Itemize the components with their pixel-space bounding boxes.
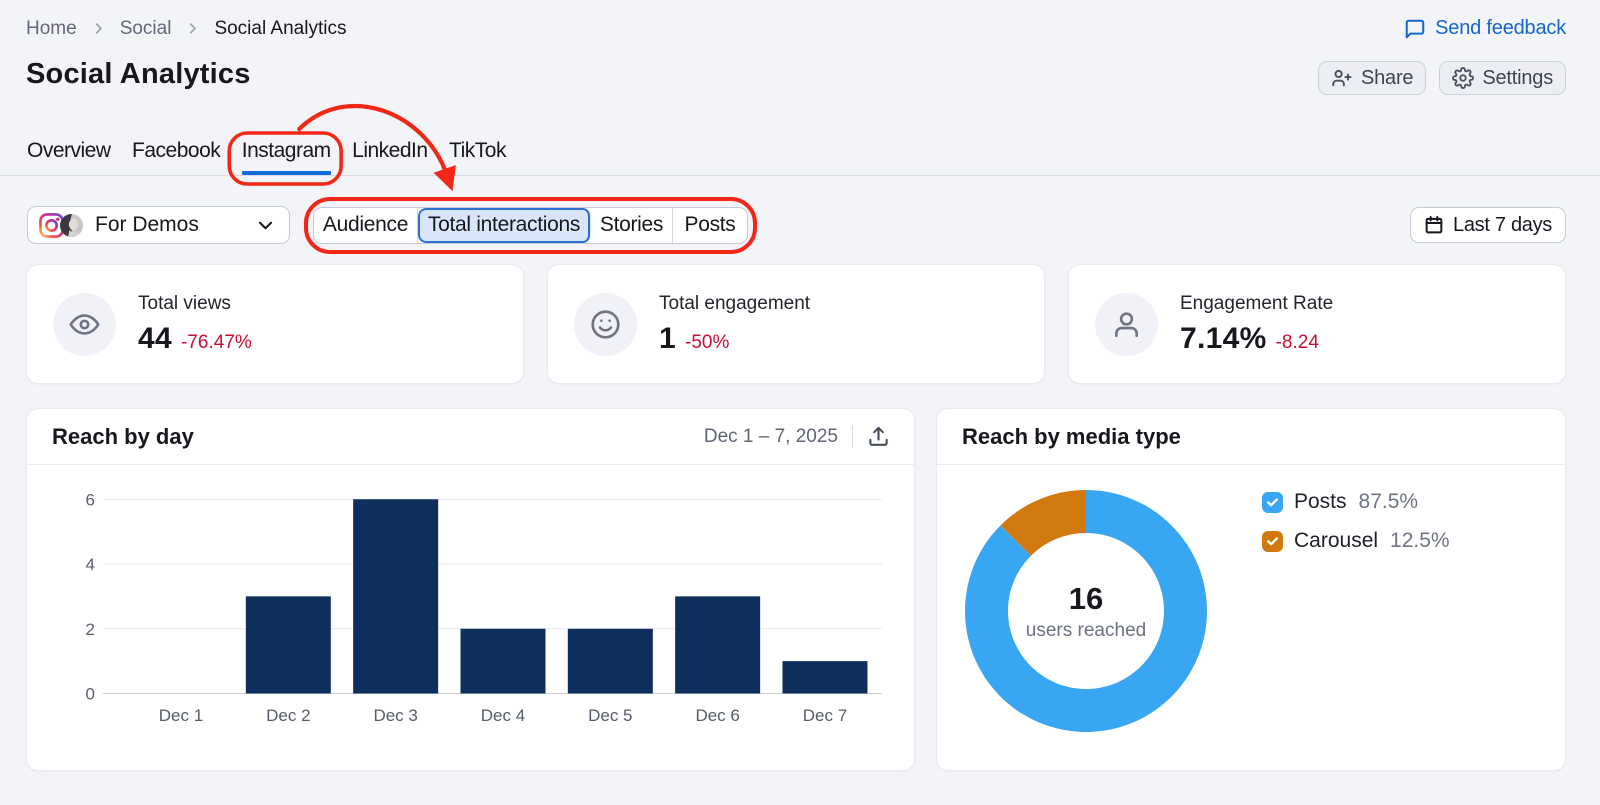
metric-label: Total views	[138, 292, 231, 314]
donut-chart: 16 users reached Posts 87.5% Carousel 12.5%	[937, 465, 1565, 770]
tab-linkedin[interactable]: LinkedIn	[352, 139, 428, 175]
reach-by-day-header: Reach by day Dec 1 – 7, 2025	[27, 409, 914, 465]
bar-dec-2	[245, 596, 331, 694]
metric-card-total-views: Total views 44 -76.47%	[26, 264, 524, 384]
social-analytics-page: Home Social Social Analytics Send feedba…	[0, 0, 1600, 805]
x-tick-label: Dec 7	[803, 706, 847, 725]
metric-label: Total engagement	[659, 292, 811, 314]
account-name: For Demos	[95, 213, 199, 236]
top-bar: Home Social Social Analytics Send feedba…	[0, 0, 1600, 40]
date-range-button[interactable]: Last 7 days	[1410, 207, 1566, 243]
chart-title: Reach by day	[52, 423, 194, 449]
bar-chart: 0 2 4 6 Dec 1 Dec 2 Dec 3 Dec 4 Dec 5 Dec 6 Dec 7	[27, 465, 914, 770]
tabs-divider	[0, 175, 1600, 176]
segment-stories[interactable]: Stories	[591, 207, 673, 243]
bar-dec-5	[567, 628, 653, 694]
send-feedback-label: Send feedback	[1435, 17, 1566, 39]
bar-dec-3	[353, 499, 439, 694]
account-avatar	[60, 213, 83, 237]
x-tick-label: Dec 1	[159, 706, 203, 725]
tab-tiktok[interactable]: TikTok	[449, 139, 506, 175]
calendar-icon	[1424, 215, 1444, 235]
metric-card-total-engagement: Total engagement 1 -50%	[547, 264, 1045, 384]
chart-title: Reach by media type	[962, 423, 1181, 449]
speech-bubble-icon	[1404, 18, 1426, 40]
chevron-right-icon	[185, 21, 200, 36]
metric-cards: Total views 44 -76.47% Total engagement …	[26, 264, 1566, 384]
page-title: Social Analytics	[26, 58, 251, 90]
legend-label: Carousel	[1294, 529, 1379, 552]
legend-row-carousel: Carousel 12.5%	[1262, 529, 1450, 553]
reach-by-day-card: Reach by day Dec 1 – 7, 2025 0 2 4 6 Dec 1 De…	[26, 408, 915, 771]
breadcrumb: Home Social Social Analytics	[26, 18, 346, 40]
tab-facebook[interactable]: Facebook	[132, 139, 221, 175]
date-range-label: Last 7 days	[1453, 213, 1552, 236]
x-tick-label: Dec 5	[588, 706, 632, 725]
legend-label: Posts	[1294, 490, 1347, 513]
legend-checkbox-posts[interactable]	[1262, 491, 1283, 513]
gear-icon	[1452, 67, 1475, 89]
user-plus-icon	[1331, 67, 1353, 89]
breadcrumb-current: Social Analytics	[214, 17, 347, 39]
reach-by-media-type-header: Reach by media type	[937, 409, 1565, 465]
metric-change: -76.47%	[180, 331, 252, 353]
network-tabs: Overview Facebook Instagram LinkedIn Tik…	[0, 139, 1600, 176]
tab-overview[interactable]: Overview	[27, 139, 111, 175]
eye-icon	[53, 292, 116, 356]
chart-date-range: Dec 1 – 7, 2025	[703, 425, 838, 447]
chevron-down-icon	[256, 216, 275, 235]
reach-by-media-type-card: Reach by media type 16 users reached Pos…	[936, 408, 1566, 771]
y-tick-label: 0	[86, 685, 95, 704]
share-button[interactable]: Share	[1317, 61, 1427, 95]
smile-icon	[574, 292, 637, 356]
title-actions: Share Settings	[1317, 61, 1566, 95]
controls-row: For Demos Audience Total interactions St…	[0, 176, 1600, 244]
metric-value: 1	[659, 321, 676, 355]
metric-card-engagement-rate: Engagement Rate 7.14% -8.24	[1068, 264, 1566, 384]
segment-total-interactions[interactable]: Total interactions	[418, 207, 591, 243]
x-tick-label: Dec 2	[266, 706, 310, 725]
export-icon	[867, 425, 890, 448]
chart-cards: Reach by day Dec 1 – 7, 2025 0 2 4 6 Dec 1 De…	[26, 408, 1566, 771]
breadcrumb-social[interactable]: Social	[120, 18, 172, 40]
metric-value: 7.14%	[1180, 321, 1267, 355]
metric-change: -8.24	[1275, 331, 1319, 353]
donut-legend: Posts 87.5% Carousel 12.5%	[1262, 490, 1450, 553]
metric-label: Engagement Rate	[1180, 292, 1334, 314]
export-button[interactable]	[867, 425, 890, 448]
metric-change: -50%	[685, 331, 730, 353]
metric-value: 44	[138, 321, 172, 355]
check-icon	[1266, 497, 1279, 506]
chevron-right-icon	[91, 21, 106, 36]
settings-button[interactable]: Settings	[1439, 61, 1566, 95]
legend-value: 87.5%	[1358, 490, 1419, 513]
settings-label: Settings	[1482, 66, 1553, 89]
x-tick-label: Dec 6	[695, 706, 739, 725]
y-tick-label: 4	[86, 555, 95, 574]
tab-instagram[interactable]: Instagram	[241, 139, 331, 175]
segment-audience[interactable]: Audience	[314, 207, 418, 243]
title-row: Social Analytics Share Settings	[0, 40, 1600, 95]
view-switcher: Audience Total interactions Stories Post…	[313, 206, 748, 244]
header-divider	[852, 425, 853, 448]
legend-checkbox-carousel[interactable]	[1262, 530, 1283, 552]
legend-value: 12.5%	[1390, 529, 1450, 552]
bar-dec-7	[782, 661, 868, 694]
legend-row-posts: Posts 87.5%	[1262, 490, 1450, 514]
x-tick-label: Dec 3	[373, 706, 417, 725]
bar-dec-6	[675, 596, 761, 694]
y-tick-label: 6	[86, 490, 95, 509]
send-feedback-link[interactable]: Send feedback	[1404, 17, 1566, 40]
segment-posts[interactable]: Posts	[673, 208, 747, 243]
x-tick-label: Dec 4	[481, 706, 525, 725]
account-selector[interactable]: For Demos	[27, 206, 290, 244]
check-icon	[1266, 536, 1279, 545]
share-label: Share	[1360, 66, 1414, 89]
person-icon	[1095, 292, 1158, 356]
y-tick-label: 2	[86, 620, 95, 639]
breadcrumb-home[interactable]: Home	[26, 18, 77, 40]
bar-dec-4	[460, 628, 546, 694]
